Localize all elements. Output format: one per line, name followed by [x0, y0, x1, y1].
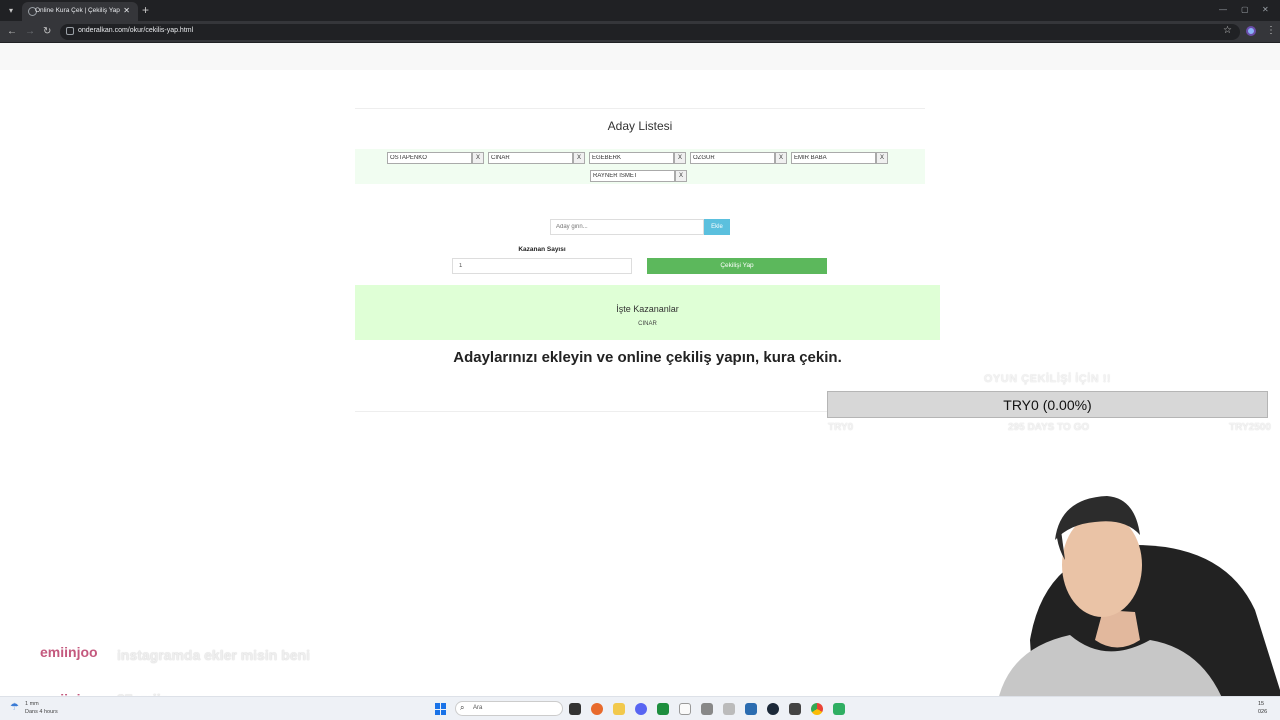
candidate-name-field[interactable] [791, 152, 876, 164]
winner-name: CINAR [638, 321, 657, 327]
winner-count-label: Kazanan Sayısı [518, 246, 566, 253]
excel-icon[interactable] [657, 703, 669, 715]
system-clock[interactable]: 15 026 [1258, 700, 1267, 716]
remove-candidate-button[interactable]: X [876, 152, 888, 164]
donation-goal-title: OYUN ÇEKİLİŞİ İÇİN !! [983, 373, 1112, 385]
browser-menu-icon[interactable]: ⋮ [1266, 25, 1276, 36]
chat-text: instagramda ekler misin beni [117, 647, 310, 663]
divider [355, 108, 925, 109]
profile-avatar-icon[interactable] [1246, 26, 1256, 36]
search-icon: ⌕ [460, 703, 465, 712]
chrome-icon[interactable] [811, 703, 823, 715]
search-placeholder: Ara [473, 705, 483, 711]
candidate-name-field[interactable] [488, 152, 573, 164]
candidate-name-field[interactable] [590, 170, 675, 182]
new-tab-icon[interactable]: + [142, 3, 149, 17]
tab-title: Online Kura Çek | Çekiliş Yap [35, 7, 120, 14]
site-info-icon[interactable] [66, 27, 74, 35]
notepad-icon[interactable] [679, 703, 691, 715]
remove-candidate-button[interactable]: X [472, 152, 484, 164]
page-header-strip [0, 43, 1280, 70]
goal-start-amount: TRY0 [828, 422, 854, 433]
winners-panel: İşte Kazananlar CINAR [355, 285, 940, 340]
maximize-icon[interactable]: ▢ [1241, 5, 1249, 14]
app-icon[interactable] [745, 703, 757, 715]
clock-line: 026 [1258, 709, 1268, 715]
candidate-name-field[interactable] [589, 152, 674, 164]
remove-candidate-button[interactable]: X [573, 152, 585, 164]
add-candidate-button[interactable]: Ekle [704, 219, 730, 235]
taskbar: ☂ 1 mm Dans 4 hours ⌕ Ara 15 026 [0, 696, 1280, 720]
page-headline: Adaylarınızı ekleyin ve online çekiliş y… [453, 349, 842, 366]
task-view-icon[interactable] [569, 703, 581, 715]
app-icon[interactable] [591, 703, 603, 715]
discord-icon[interactable] [635, 703, 647, 715]
streamer-image [995, 496, 1280, 720]
clock-line: 15 [1258, 701, 1265, 707]
winner-count-input[interactable] [452, 258, 632, 274]
remove-candidate-button[interactable]: X [775, 152, 787, 164]
taskbar-search[interactable]: ⌕ Ara [455, 701, 563, 716]
address-bar[interactable]: onderalkan.com/okur/cekilis-yap.html ☆ [60, 24, 1240, 40]
browser-toolbar: ← → ↻ onderalkan.com/okur/cekilis-yap.ht… [0, 21, 1280, 43]
browser-tab-bar: ▾ Online Kura Çek | Çekiliş Yap ✕ + — ▢ … [0, 0, 1280, 21]
remove-candidate-button[interactable]: X [675, 170, 687, 182]
app-icon[interactable] [833, 703, 845, 715]
back-icon[interactable]: ← [7, 26, 17, 37]
reload-icon[interactable]: ↻ [43, 26, 51, 37]
remove-candidate-button[interactable]: X [674, 152, 686, 164]
microphone-icon[interactable] [701, 703, 713, 715]
weather-line: 1 mm [25, 701, 39, 707]
candidate-name-field[interactable] [387, 152, 472, 164]
donation-goal-bar: TRY0 (0.00%) [827, 391, 1268, 418]
goal-days-left: 295 DAYS TO GO [1008, 422, 1090, 433]
candidate-list: X X X X X X [355, 149, 925, 184]
tab-search-icon[interactable]: ▾ [4, 4, 18, 18]
browser-tab[interactable]: Online Kura Çek | Çekiliş Yap ✕ [22, 2, 138, 21]
winners-title: İşte Kazananlar [616, 304, 679, 314]
steam-icon[interactable] [767, 703, 779, 715]
chat-message: emiinjoo instagramda ekler misin beni [40, 644, 330, 663]
draw-button[interactable]: Çekilişi Yap [647, 258, 827, 274]
start-icon[interactable] [435, 703, 447, 715]
window-close-icon[interactable]: ✕ [1262, 5, 1269, 14]
candidate-input[interactable] [550, 219, 704, 235]
minimize-icon[interactable]: — [1219, 5, 1227, 14]
weather-icon[interactable]: ☂ [10, 702, 19, 713]
epic-games-icon[interactable] [789, 703, 801, 715]
forward-icon[interactable]: → [25, 26, 35, 37]
chat-username: emiinjoo [40, 644, 98, 660]
url-text[interactable]: onderalkan.com/okur/cekilis-yap.html [78, 27, 193, 34]
weather-widget[interactable]: 1 mm Dans 4 hours [25, 700, 58, 716]
bookmark-star-icon[interactable]: ☆ [1223, 25, 1232, 36]
file-explorer-icon[interactable] [613, 703, 625, 715]
donation-goal-text: TRY0 (0.00%) [1003, 397, 1092, 413]
tab-close-icon[interactable]: ✕ [123, 6, 130, 15]
app-icon[interactable] [723, 703, 735, 715]
candidate-list-title: Aday Listesi [607, 119, 673, 133]
candidate-name-field[interactable] [690, 152, 775, 164]
goal-target-amount: TRY2500 [1229, 422, 1271, 433]
weather-line: Dans 4 hours [25, 709, 58, 715]
webcam-feed [985, 490, 1280, 720]
